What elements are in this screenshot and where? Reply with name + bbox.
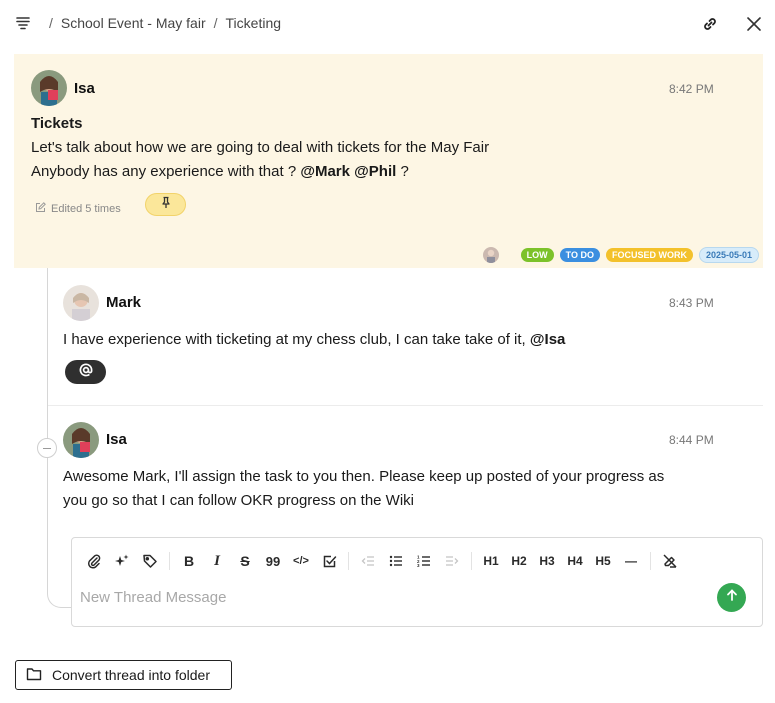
mention[interactable]: @Mark [300, 163, 350, 180]
thread-line [47, 268, 48, 593]
reply-divider [48, 405, 763, 406]
avatar[interactable] [63, 422, 99, 458]
avatar[interactable] [31, 70, 67, 106]
reply-time: 8:43 PM [669, 296, 714, 310]
send-button[interactable] [717, 583, 746, 612]
link-icon[interactable] [700, 14, 720, 34]
thread-connector [47, 578, 73, 608]
message-text: ? [400, 163, 409, 180]
edit-icon [35, 202, 46, 216]
category-tag[interactable]: FOCUSED WORK [605, 248, 693, 262]
convert-thread-label: Convert thread into folder [52, 667, 210, 683]
collapse-thread-button[interactable] [37, 438, 57, 458]
assignee-avatar[interactable] [482, 247, 499, 263]
mention-button[interactable] [65, 360, 106, 384]
ai-sparkle-icon[interactable] [108, 550, 136, 572]
message-text: I have experience with ticketing at my c… [63, 331, 526, 348]
arrow-up-icon [725, 588, 739, 607]
close-icon[interactable] [744, 14, 764, 34]
reply-time: 8:44 PM [669, 433, 714, 447]
top-bar: / School Event - May fair / Ticketing [0, 0, 775, 48]
toolbar-divider [348, 552, 349, 570]
clear-format-icon[interactable] [656, 550, 684, 572]
breadcrumb-item-ticketing[interactable]: Ticketing [226, 15, 282, 31]
quote-button[interactable]: 99 [259, 550, 287, 572]
pin-icon [160, 196, 172, 214]
heading-2-button[interactable]: H2 [505, 550, 533, 572]
folder-icon [26, 667, 42, 684]
message-line: Anybody has any experience with that ? @… [31, 160, 409, 184]
main-message: Isa 8:42 PM Tickets Let's talk about how… [14, 54, 763, 268]
message-author[interactable]: Isa [74, 80, 95, 97]
editor-toolbar: B I S 99 </> 123 H1 H2 H3 H4 H5 — [80, 550, 684, 572]
pin-button[interactable] [145, 193, 186, 216]
tags-row: LOW TO DO FOCUSED WORK 2025-05-01 [482, 247, 759, 263]
reply-text: you go so that I can follow OKR progress… [63, 492, 414, 509]
heading-4-button[interactable]: H4 [561, 550, 589, 572]
numbered-list-icon[interactable]: 123 [410, 550, 438, 572]
due-date-tag[interactable]: 2025-05-01 [698, 247, 759, 263]
toolbar-divider [650, 552, 651, 570]
toolbar-divider [169, 552, 170, 570]
thread-message-input[interactable]: New Thread Message [80, 589, 226, 606]
filter-menu-icon[interactable] [15, 15, 31, 31]
reply-text: I have experience with ticketing at my c… [63, 328, 565, 352]
breadcrumb-separator: / [213, 15, 218, 31]
at-sign-icon [79, 363, 93, 382]
reply-author[interactable]: Mark [106, 294, 141, 311]
breadcrumb-separator: / [49, 15, 53, 31]
heading-5-button[interactable]: H5 [589, 550, 617, 572]
heading-1-button[interactable]: H1 [477, 550, 505, 572]
mention[interactable]: @Isa [530, 331, 565, 348]
edited-indicator: Edited 5 times [35, 202, 121, 216]
reply-author[interactable]: Isa [106, 431, 127, 448]
svg-text:3: 3 [417, 563, 420, 568]
edited-label: Edited 5 times [51, 203, 121, 215]
mention[interactable]: @Phil [354, 163, 396, 180]
message-line: Let's talk about how we are going to dea… [31, 139, 490, 156]
tag-icon[interactable] [136, 550, 164, 572]
message-text: Anybody has any experience with that ? [31, 163, 297, 180]
status-tag[interactable]: TO DO [559, 248, 600, 262]
heading-3-button[interactable]: H3 [533, 550, 561, 572]
bold-button[interactable]: B [175, 550, 203, 572]
indent-icon[interactable] [438, 550, 466, 572]
reply-text: Awesome Mark, I'll assign the task to yo… [63, 468, 665, 485]
message-time: 8:42 PM [669, 82, 714, 96]
outdent-icon[interactable] [354, 550, 382, 572]
minus-icon [43, 447, 51, 449]
toolbar-divider [471, 552, 472, 570]
checkbox-icon[interactable] [315, 550, 343, 572]
breadcrumb-item-event[interactable]: School Event - May fair [61, 15, 206, 31]
breadcrumb: / School Event - May fair / Ticketing [49, 15, 281, 31]
horizontal-rule-button[interactable]: — [617, 550, 645, 572]
attachment-icon[interactable] [80, 550, 108, 572]
thread-message-editor[interactable]: B I S 99 </> 123 H1 H2 H3 H4 H5 — New Th… [71, 537, 763, 627]
convert-thread-button[interactable]: Convert thread into folder [15, 660, 232, 690]
strikethrough-button[interactable]: S [231, 550, 259, 572]
message-title: Tickets [31, 115, 83, 132]
italic-button[interactable]: I [203, 550, 231, 572]
avatar[interactable] [63, 285, 99, 321]
priority-tag[interactable]: LOW [520, 248, 554, 262]
code-button[interactable]: </> [287, 550, 315, 572]
bullet-list-icon[interactable] [382, 550, 410, 572]
